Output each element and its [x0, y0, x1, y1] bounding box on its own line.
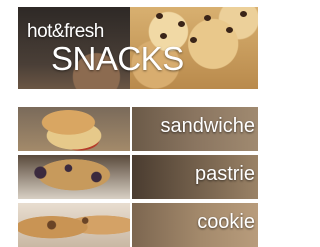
category-label: pastrie	[194, 163, 255, 185]
category-label-area: cookie	[132, 203, 258, 247]
category-label-area: pastrie	[132, 155, 258, 199]
category-label-area: sandwiche	[132, 107, 258, 151]
category-label: sandwiche	[160, 115, 255, 137]
sandwich-photo	[18, 107, 130, 151]
category-row-cookies[interactable]: cookie	[18, 203, 258, 247]
category-row-pastries[interactable]: pastrie	[18, 155, 258, 199]
cookies-photo	[18, 203, 130, 247]
muffin-pastry-photo	[18, 155, 130, 199]
hero-title: SNACKS	[51, 40, 184, 77]
hero-banner: hot&fresh SNACKS	[18, 7, 258, 89]
category-row-sandwiches[interactable]: sandwiche	[18, 107, 258, 151]
category-label: cookie	[197, 211, 255, 233]
